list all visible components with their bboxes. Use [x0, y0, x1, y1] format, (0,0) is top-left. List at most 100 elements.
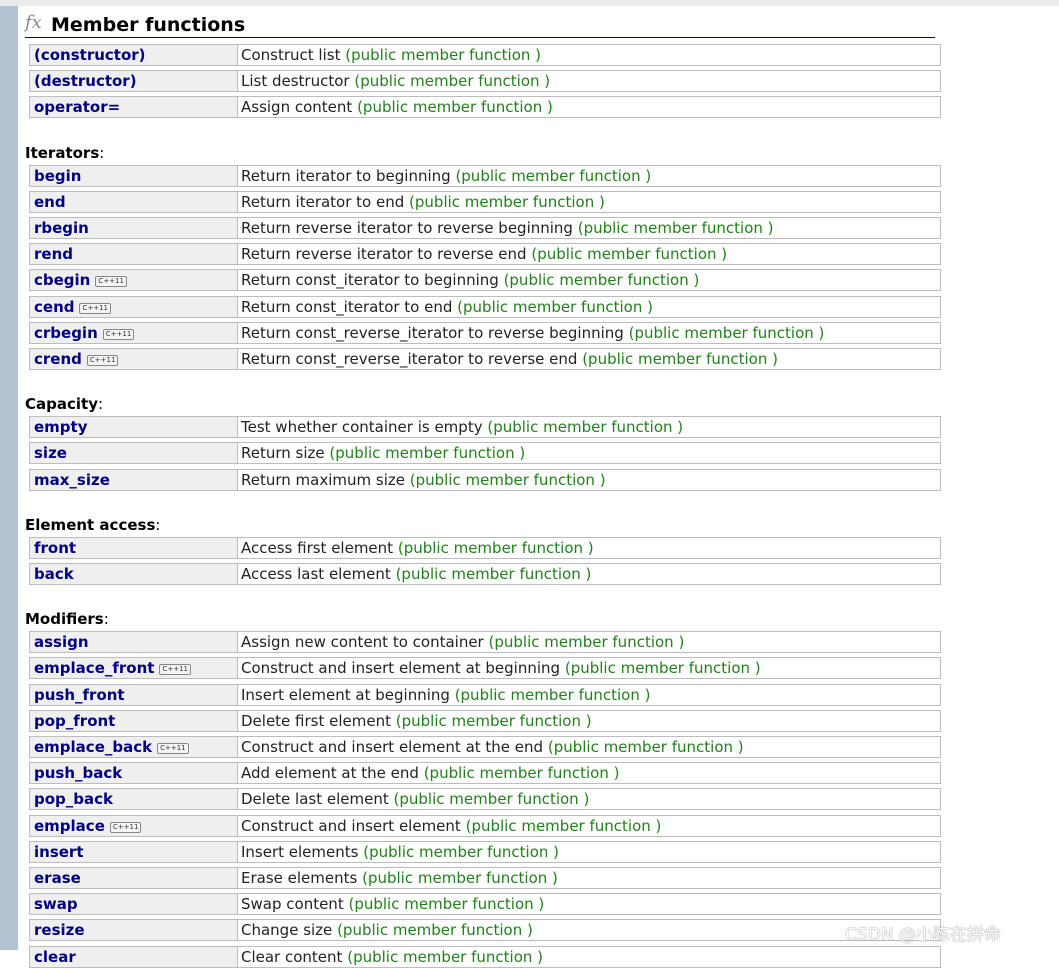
- function-name-text: insert: [34, 843, 84, 861]
- description-text: Insert element at beginning: [241, 686, 450, 704]
- member-kind-label: (public member function ): [457, 298, 653, 316]
- function-name-text: (constructor): [34, 46, 146, 64]
- function-name-cell: resize: [30, 920, 238, 940]
- description-text: Delete last element: [241, 790, 389, 808]
- section-label-text: Modifiers: [25, 610, 104, 629]
- function-description: Construct and insert element (public mem…: [241, 817, 661, 835]
- function-name-link[interactable]: max_size: [34, 471, 110, 489]
- function-name-cell: clear: [30, 947, 238, 967]
- member-kind-label: (public member function ): [397, 539, 594, 557]
- cpp11-badge: C++11: [95, 276, 127, 287]
- function-name-link[interactable]: push_back: [34, 764, 122, 782]
- function-name-text: operator=: [34, 98, 121, 116]
- description-text: Construct and insert element at beginnin…: [241, 659, 561, 677]
- function-description: Return reverse iterator to reverse end (…: [241, 245, 727, 263]
- function-name-link[interactable]: insert: [34, 843, 84, 861]
- member-kind-label: (public member function ): [395, 712, 592, 730]
- function-name-link[interactable]: back: [34, 565, 74, 583]
- section-label-text: Iterators: [25, 143, 100, 162]
- function-description: Add element at the end (public member fu…: [241, 764, 620, 782]
- function-name-link[interactable]: (constructor): [34, 46, 146, 64]
- function-name-link[interactable]: (destructor): [34, 72, 137, 90]
- function-name-link[interactable]: pop_back: [34, 790, 113, 808]
- function-name-link[interactable]: crend C++11: [34, 350, 119, 368]
- member-kind-label: (public member function ): [487, 418, 684, 436]
- function-description: Insert elements (public member function …: [241, 843, 559, 861]
- function-name-link[interactable]: clear: [34, 948, 76, 966]
- function-name-link[interactable]: push_front: [34, 686, 125, 704]
- function-name-link[interactable]: rend: [34, 245, 73, 263]
- function-name-link[interactable]: resize: [34, 921, 85, 939]
- function-name-text: clear: [34, 948, 76, 966]
- function-name-link[interactable]: assign: [34, 633, 89, 651]
- section-label-iterators: Iterators:: [25, 143, 105, 162]
- table-row: clear Clear content (public member functi…: [29, 946, 941, 968]
- table-row: insert Insert elements (public member fun…: [29, 841, 941, 863]
- description-text: Return size: [241, 444, 325, 462]
- function-description: Test whether container is empty (public …: [241, 418, 683, 436]
- member-kind-label: (public member function ): [547, 738, 744, 756]
- member-kind-label: (public member function ): [423, 764, 620, 782]
- description-text: Construct and insert element: [241, 817, 461, 835]
- member-kind-label: (public member function ): [531, 245, 728, 263]
- member-kind-label: (public member function ): [488, 633, 685, 651]
- function-name-link[interactable]: rbegin: [34, 219, 89, 237]
- function-name-cell: insert: [30, 842, 238, 862]
- function-name-link[interactable]: swap: [34, 895, 78, 913]
- function-name-link[interactable]: emplace_front C++11: [34, 659, 191, 677]
- member-kind-label: (public member function ): [564, 659, 761, 677]
- function-name-text: rbegin: [34, 219, 89, 237]
- description-text: Return iterator to end: [241, 193, 405, 211]
- function-name-cell: push_back: [30, 763, 238, 783]
- function-name-link[interactable]: size: [34, 444, 67, 462]
- cpp11-badge: C++11: [102, 329, 135, 340]
- function-name-link[interactable]: erase: [34, 869, 81, 887]
- function-description: Clear content (public member function ): [241, 948, 543, 966]
- function-name-cell: (constructor): [30, 45, 238, 65]
- function-name-link[interactable]: emplace C++11: [34, 817, 142, 835]
- description-text: List destructor: [241, 72, 350, 90]
- function-name-link[interactable]: cend C++11: [34, 298, 112, 316]
- cpp11-badge: C++11: [157, 743, 189, 754]
- member-kind-label: (public member function ): [363, 843, 560, 861]
- member-kind-label: (public member function ): [409, 471, 606, 489]
- table-row: crbegin C++11 Return const_reverse_iterato…: [29, 322, 941, 344]
- description-text: Clear content: [241, 948, 343, 966]
- description-text: Test whether container is empty: [241, 418, 483, 436]
- table-row: pop_front Delete first element (public me…: [29, 710, 941, 732]
- function-name-text: front: [34, 539, 77, 557]
- function-name-link[interactable]: pop_front: [34, 712, 115, 730]
- function-name-link[interactable]: crbegin C++11: [34, 324, 135, 342]
- member-kind-label: (public member function ): [465, 817, 662, 835]
- member-kind-label: (public member function ): [454, 686, 651, 704]
- section-label-text: Capacity: [25, 395, 98, 414]
- section-header: fx Member functions: [25, 12, 935, 38]
- member-kind-label: (public member function ): [455, 167, 652, 185]
- function-description: Construct and insert element at beginnin…: [241, 659, 761, 677]
- table-row: rend Return reverse iterator to reverse e…: [29, 243, 941, 265]
- page-title: Member functions: [51, 14, 246, 36]
- function-description: Erase elements (public member function ): [241, 869, 558, 887]
- function-name-text: push_back: [34, 764, 123, 782]
- function-name-link[interactable]: empty: [34, 418, 88, 436]
- function-name-link[interactable]: begin: [34, 167, 81, 185]
- member-kind-label: (public member function ): [354, 72, 551, 90]
- table-row: assign Assign new content to container (p…: [29, 631, 941, 653]
- function-name-link[interactable]: front: [34, 539, 76, 557]
- function-name-link[interactable]: emplace_back C++11: [34, 738, 189, 756]
- function-name-text: (destructor): [34, 72, 137, 90]
- function-description: Construct list (public member function ): [241, 46, 541, 64]
- function-name-link[interactable]: cbegin C++11: [34, 271, 127, 289]
- description-text: Return const_iterator to end: [241, 298, 453, 316]
- table-row: back Access last element (public member f…: [29, 563, 941, 585]
- function-name-link[interactable]: operator=: [34, 98, 120, 116]
- description-text: Return reverse iterator to reverse end: [241, 245, 527, 263]
- function-name-link[interactable]: end: [34, 193, 66, 211]
- table-row: (destructor) List destructor (public memb…: [29, 70, 941, 92]
- description-text: Return iterator to beginning: [241, 167, 451, 185]
- function-name-text: back: [34, 565, 74, 583]
- table-row: pop_back Delete last element (public memb…: [29, 788, 941, 810]
- table-row: emplace C++11 Construct and insert element…: [29, 815, 941, 837]
- description-text: Construct list: [241, 46, 341, 64]
- function-name-cell: crend C++11: [30, 349, 238, 369]
